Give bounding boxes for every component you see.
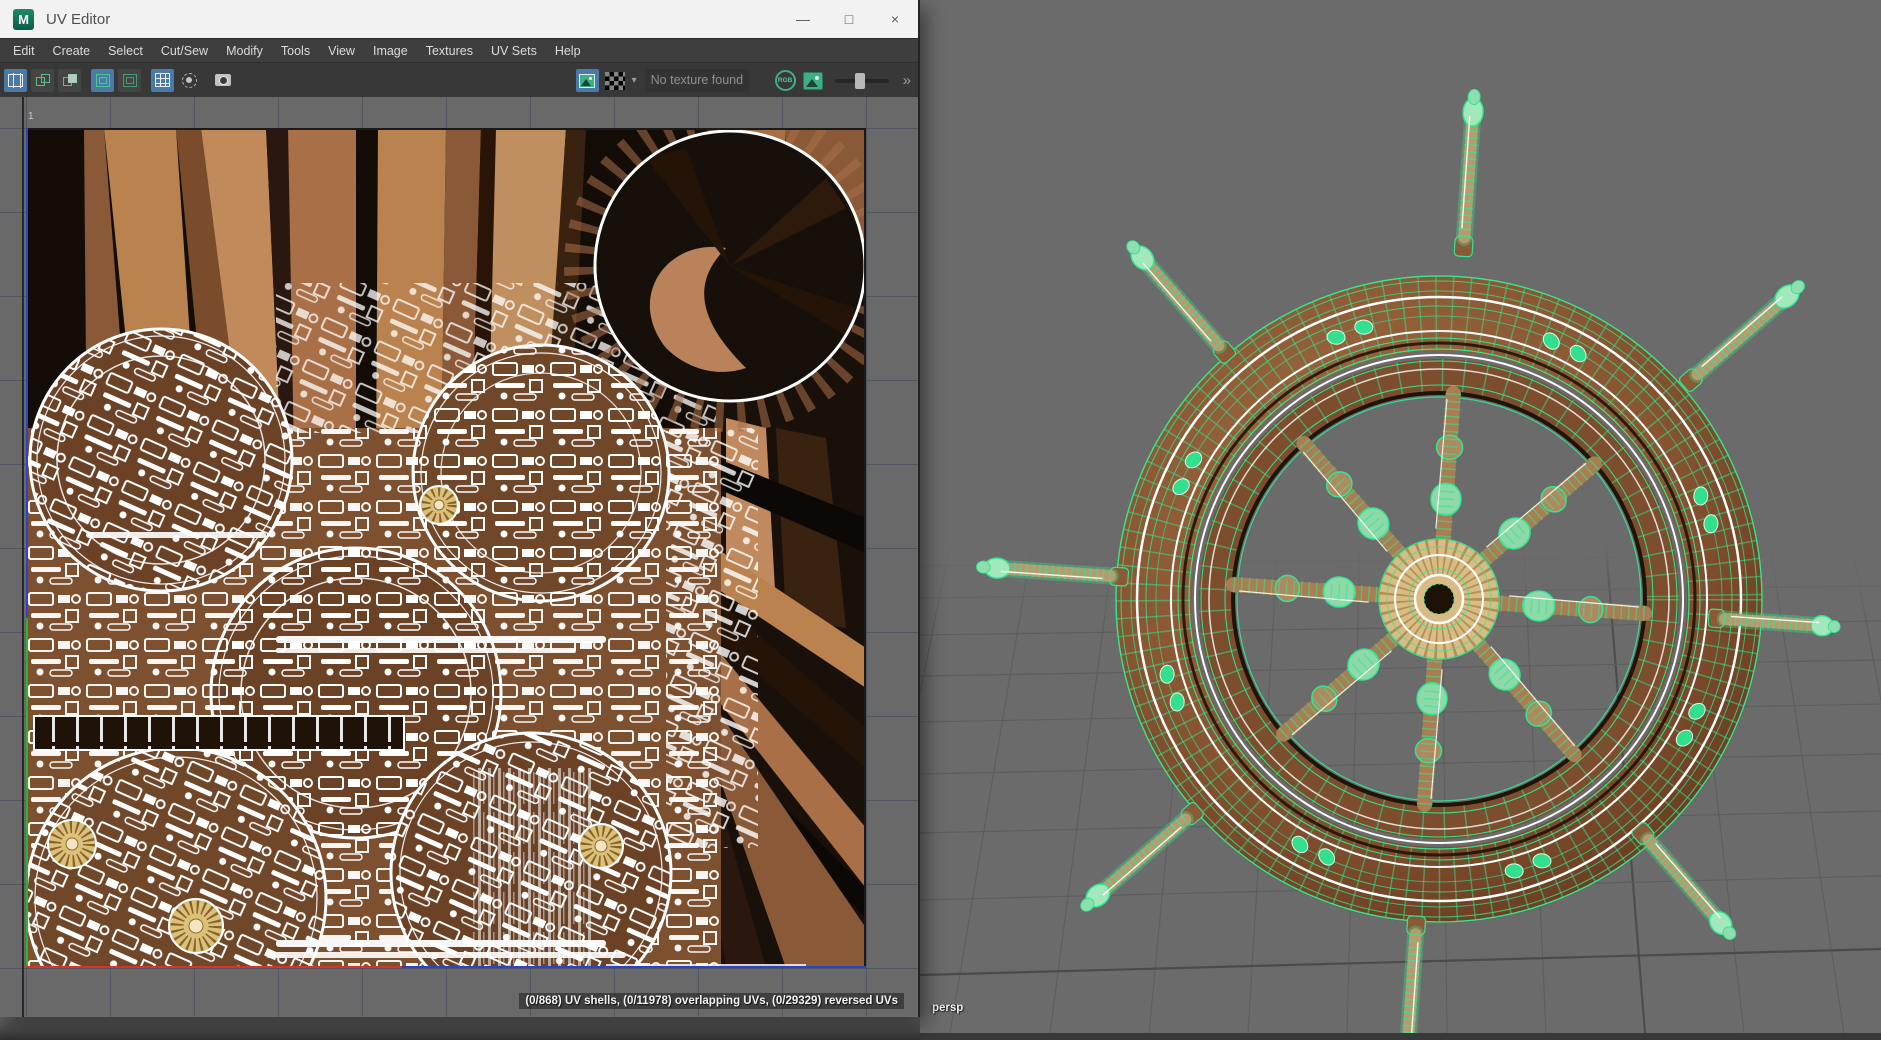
menu-cut-sew[interactable]: Cut/Sew: [152, 39, 217, 63]
menu-view[interactable]: View: [319, 39, 364, 63]
menu-edit[interactable]: Edit: [4, 39, 44, 63]
shell-borders-icon[interactable]: [118, 68, 141, 92]
uv-canvas[interactable]: 1 (0/868) UV shells, (0/11978) overlappi…: [0, 97, 918, 1017]
u0-axis-guide: [22, 97, 24, 1017]
uv-status-readout: (0/868) UV shells, (0/11978) overlapping…: [519, 993, 904, 1009]
wheel-hub: [1378, 538, 1500, 660]
shell-circle-A: [28, 327, 294, 593]
pixel-snap-icon[interactable]: [178, 69, 201, 92]
checker-tiles-icon[interactable]: [604, 71, 625, 90]
shade-uv-shells-icon[interactable]: [58, 68, 81, 92]
title-bar[interactable]: M UV Editor — □ ×: [0, 0, 918, 38]
maximize-button[interactable]: □: [826, 0, 872, 38]
copy-uv-shell-icon[interactable]: [31, 68, 54, 92]
slider-handle[interactable]: [854, 72, 865, 89]
maya-workspace: persp M UV Editor — □ × Edit Create Sele…: [0, 0, 1881, 1040]
uv-toolbar: ▾ No texture found RGB »: [0, 62, 918, 97]
uv-snapshot-icon[interactable]: [211, 69, 234, 92]
texture-borders-icon[interactable]: [91, 68, 114, 92]
viewport-bottom-edge: [920, 1033, 1881, 1040]
maya-app-icon: M: [13, 8, 34, 30]
camera-label: persp: [932, 1002, 964, 1014]
panel-expand-icon[interactable]: »: [903, 72, 912, 89]
exposure-slider[interactable]: [834, 72, 889, 89]
shell-circle-B: [411, 343, 671, 603]
menu-modify[interactable]: Modify: [217, 39, 272, 63]
display-image-icon[interactable]: [575, 69, 599, 92]
window-title: UV Editor: [46, 10, 111, 28]
main-window-footer: [0, 1017, 920, 1040]
uv-tile-layout-icon[interactable]: [4, 68, 27, 92]
menu-tools[interactable]: Tools: [272, 39, 319, 63]
v-tick-label-1: 1: [28, 111, 34, 122]
viewport-scene: [920, 0, 1881, 1033]
menu-image[interactable]: Image: [364, 39, 417, 63]
texture-name-field[interactable]: No texture found: [644, 69, 749, 92]
menu-create[interactable]: Create: [44, 39, 100, 63]
perspective-viewport[interactable]: persp: [920, 0, 1881, 1033]
close-button[interactable]: ×: [872, 0, 918, 38]
pixel-grid-icon[interactable]: [151, 68, 174, 92]
texture-dropdown-caret-icon[interactable]: ▾: [632, 75, 637, 86]
image-ratio-icon[interactable]: [802, 71, 823, 90]
menu-help[interactable]: Help: [546, 39, 590, 63]
uv-texture-tile[interactable]: [26, 128, 866, 968]
menu-bar: Edit Create Select Cut/Sew Modify Tools …: [0, 38, 918, 62]
menu-textures[interactable]: Textures: [417, 39, 482, 63]
menu-uv-sets[interactable]: UV Sets: [482, 39, 546, 63]
minimize-button[interactable]: —: [780, 0, 826, 38]
uv-editor-window: M UV Editor — □ × Edit Create Select Cut…: [0, 0, 920, 1017]
menu-select[interactable]: Select: [99, 39, 152, 63]
rgb-channels-icon[interactable]: RGB: [774, 70, 796, 91]
